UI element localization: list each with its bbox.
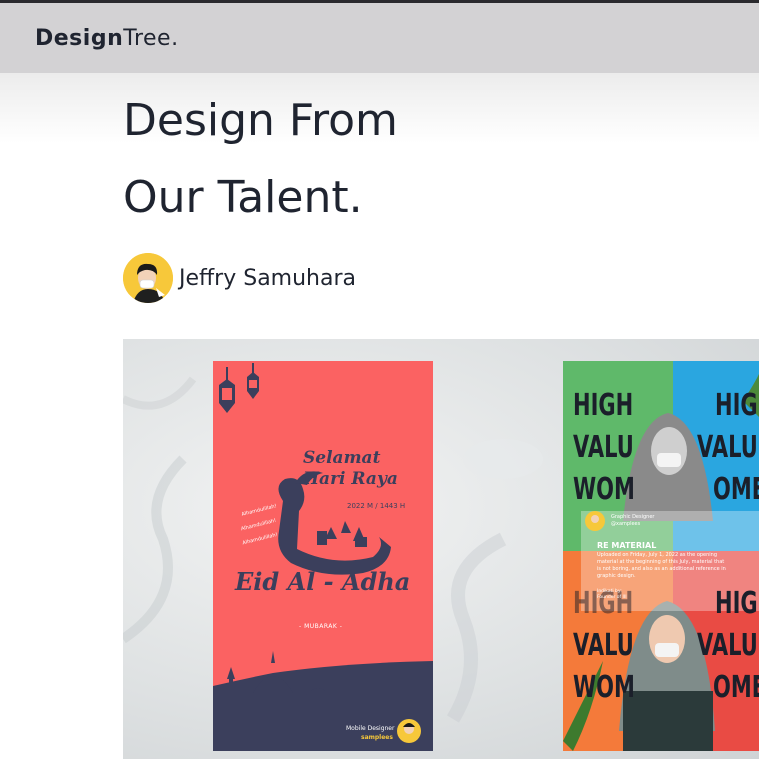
eid-poster-card[interactable]: Alhamdulillah! Alhamdulillah! Alhamdulil… — [213, 361, 433, 751]
eid-greeting-line1: Selamat — [303, 448, 381, 468]
navbar: DesignTree. — [0, 3, 759, 73]
hero-title: Design From Our Talent. — [123, 82, 723, 236]
brand-logo-light: Tree. — [123, 25, 179, 51]
hv-word-value: VALU — [573, 430, 634, 465]
author-name: Jeffry Samuhara — [179, 265, 357, 291]
hv-section-title: RE MATERIAL — [597, 541, 657, 550]
lantern-icon — [219, 363, 259, 413]
eid-designer-role: Mobile Designer — [346, 725, 395, 732]
hv-word-women: WOM — [573, 472, 635, 507]
hv-lower-women: WOM — [573, 670, 635, 705]
hv-lower-value: VALU — [573, 628, 634, 663]
hv-right-value: VALU — [697, 430, 758, 465]
eid-poster-artwork: Alhamdulillah! Alhamdulillah! Alhamdulil… — [213, 363, 433, 751]
hv-lower-right-value: VALU — [697, 628, 758, 663]
eid-greeting-line2: Hari Raya — [303, 469, 398, 489]
hv-lower-right-women: OME — [713, 670, 759, 705]
hv-badge-handle: @xamplees — [611, 521, 641, 527]
hv-body-text: Uploaded on Friday, July 1, 2022 as the … — [597, 552, 726, 579]
svg-text:Alhamdulillah!: Alhamdulillah! — [241, 503, 277, 518]
high-value-women-card[interactable]: HIGH VALU WOM HIG VALU OME HIGH VALU WOM… — [563, 361, 759, 751]
svg-text:Alhamdulillah!: Alhamdulillah! — [240, 518, 276, 533]
hv-lower-right-high: HIG — [715, 586, 758, 621]
hv-footer-text: Indikati by: Founder of III — [597, 589, 627, 600]
author[interactable]: Jeffry Samuhara — [123, 253, 356, 303]
hv-badge-role: Graphic Designer — [611, 514, 655, 520]
eid-designer-handle: samplees — [361, 734, 393, 741]
svg-text:Alhamdulillah!: Alhamdulillah! — [242, 532, 278, 547]
brand-logo-bold: Design — [35, 25, 124, 51]
avatar-illustration-icon — [123, 253, 173, 303]
eid-mubarak: - MUBARAK - — [299, 623, 343, 630]
avatar — [123, 253, 173, 303]
hv-right-high: HIG — [715, 388, 758, 423]
hv-word-high: HIGH — [573, 388, 634, 423]
hero-title-line1: Design From — [123, 95, 398, 146]
hv-right-women: OME — [713, 472, 759, 507]
design-gallery: Alhamdulillah! Alhamdulillah! Alhamdulil… — [123, 339, 759, 759]
hero-title-line2: Our Talent. — [123, 172, 363, 223]
brand-logo[interactable]: DesignTree. — [35, 26, 179, 51]
eid-title: Eid Al - Adha — [235, 567, 411, 596]
eid-date: 2022 M / 1443 H — [347, 502, 406, 510]
